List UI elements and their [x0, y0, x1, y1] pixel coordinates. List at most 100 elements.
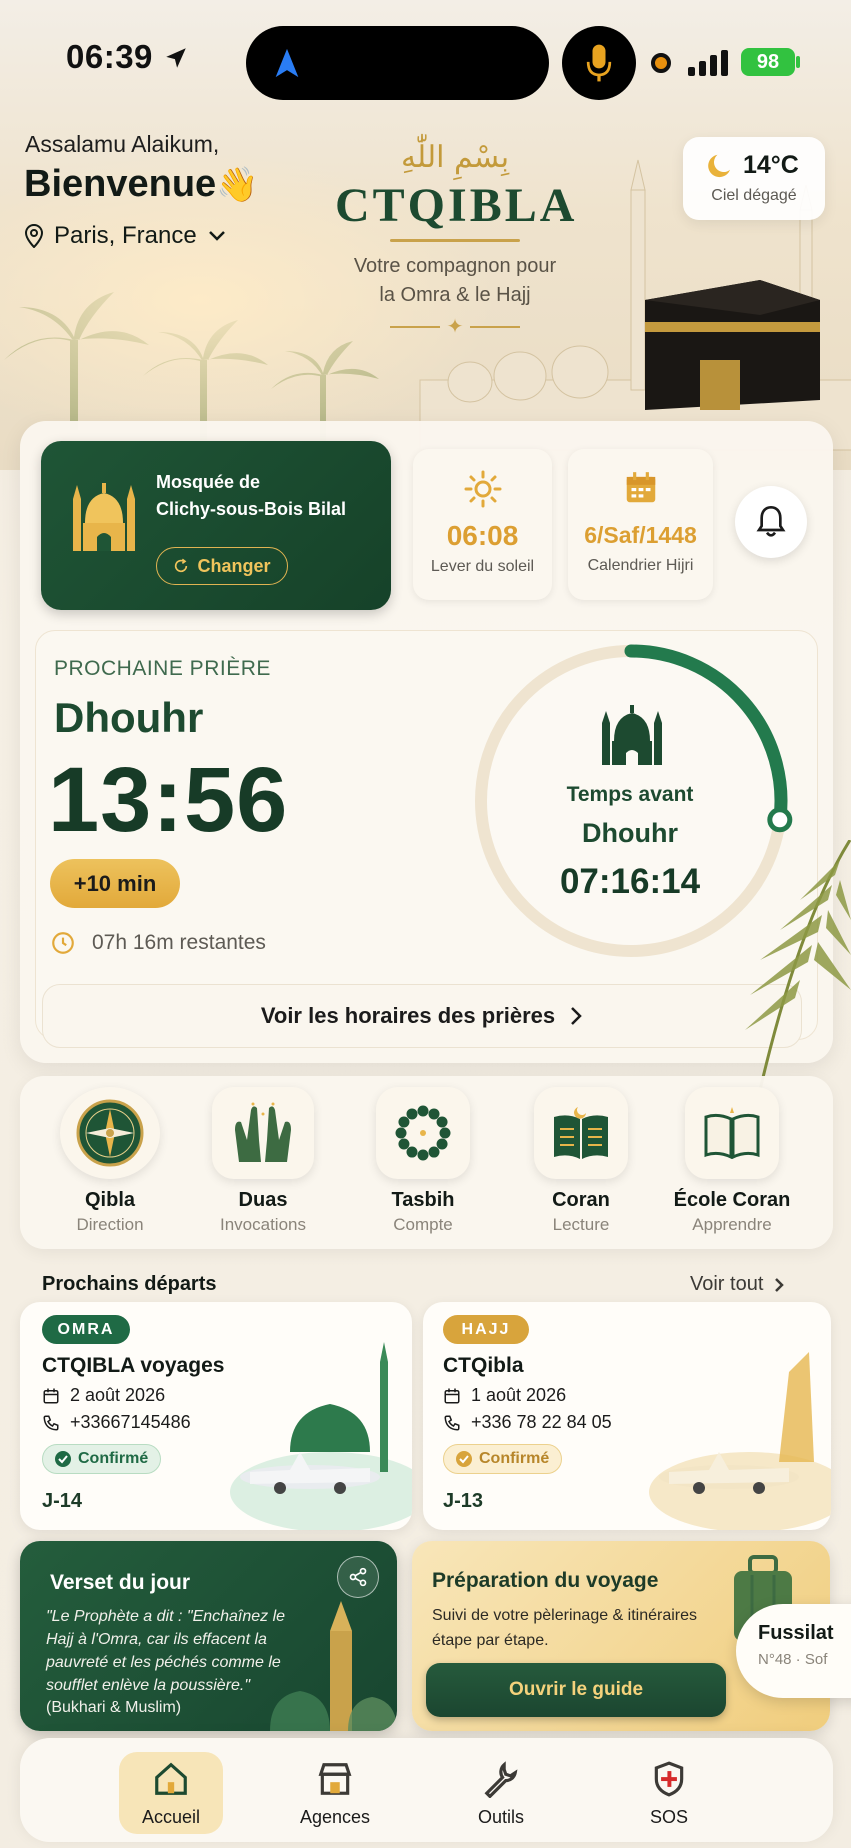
departure-agency: CTQibla: [443, 1354, 524, 1377]
departure-date: 1 août 2026: [443, 1385, 566, 1406]
mosque-name: Mosquée de Clichy-sous-Bois Bilal: [156, 472, 347, 519]
feature-label: École Coran: [673, 1189, 791, 1211]
surah-floating-card[interactable]: Fussilat N°48 · Sof: [736, 1604, 851, 1698]
signal-icon: [688, 50, 728, 76]
praying-hands-icon: [235, 1102, 291, 1162]
compass-icon: [76, 1099, 144, 1167]
tab-agences[interactable]: Agences: [283, 1752, 387, 1834]
departure-date: 2 août 2026: [42, 1385, 165, 1406]
feature-qibla[interactable]: Qibla Direction: [40, 1087, 180, 1235]
chevron-right-icon: [775, 1277, 785, 1292]
feature-label: Qibla: [84, 1189, 135, 1211]
plane-illustration: [649, 1352, 831, 1530]
feature-duas[interactable]: Duas Invocations: [193, 1087, 333, 1235]
quran-icon: [554, 1107, 608, 1159]
weather-card[interactable]: 14°C Ciel dégagé: [683, 137, 825, 220]
sunrise-time: 06:08: [446, 520, 519, 551]
surah-name: Fussilat: [758, 1622, 834, 1644]
check-circle-icon: [55, 1451, 71, 1467]
feature-sublabel: Lecture: [552, 1215, 610, 1234]
store-icon: [318, 1763, 352, 1795]
temperature: 14°C: [743, 151, 799, 179]
tab-outils[interactable]: Outils: [449, 1752, 553, 1834]
departure-countdown: J-13: [443, 1490, 484, 1512]
see-all-departures-link[interactable]: Voir tout: [690, 1273, 785, 1296]
shield-plus-icon: [654, 1761, 684, 1797]
open-guide-button[interactable]: Ouvrir le guide: [426, 1663, 726, 1717]
feature-sublabel: Direction: [76, 1215, 144, 1234]
time-offset-badge[interactable]: +10 min: [50, 859, 180, 908]
battery-indicator: 98: [741, 48, 795, 76]
weather-condition: Ciel dégagé: [711, 187, 797, 204]
verse-title: Verset du jour: [50, 1571, 191, 1594]
countdown-prayer: Dhouhr: [582, 818, 678, 848]
verse-card[interactable]: Verset du jour "Le Prophète a dit : "Enc…: [20, 1541, 397, 1731]
feature-sublabel: Compte: [393, 1215, 453, 1234]
welcome-title: Bienvenue👋: [24, 163, 259, 205]
phone-icon: [444, 1415, 460, 1431]
battery-cap: [796, 56, 800, 68]
recording-dot: [651, 53, 671, 73]
bell-icon: [756, 505, 786, 537]
change-mosque-button[interactable]: Changer: [156, 547, 288, 585]
feature-ecole-coran[interactable]: École Coran Apprendre: [664, 1087, 800, 1235]
moon-icon: [708, 154, 730, 178]
waving-hand-icon: 👋: [216, 166, 259, 204]
clock-icon: [52, 932, 74, 954]
tab-accueil[interactable]: Accueil: [119, 1752, 223, 1834]
greeting-text: Assalamu Alaikum,: [25, 131, 220, 157]
navigation-arrow-icon: [275, 48, 299, 78]
tab-label: Agences: [299, 1807, 371, 1827]
verse-text: "Le Prophète a dit : "Enchaînez le Hajj …: [46, 1608, 286, 1694]
surah-detail: N°48 · Sof: [758, 1651, 828, 1668]
feature-label: Duas: [238, 1189, 288, 1211]
departure-phone[interactable]: +336 78 22 84 05: [443, 1412, 612, 1433]
departure-countdown: J-14: [42, 1490, 83, 1512]
hijri-card[interactable]: 6/Saf/1448 Calendrier Hijri: [568, 449, 713, 600]
feature-tasbih[interactable]: Tasbih Compte: [353, 1087, 493, 1235]
departure-agency: CTQIBLA voyages: [42, 1354, 225, 1377]
phone-icon: [43, 1415, 59, 1431]
mosque-silhouette-icon: [602, 705, 662, 765]
mosque-icon: [73, 483, 135, 551]
location-selector[interactable]: Paris, France: [24, 222, 227, 250]
tab-label: SOS: [649, 1807, 688, 1827]
chevron-right-icon: [571, 1007, 582, 1025]
tab-sos[interactable]: SOS: [617, 1752, 721, 1834]
feature-coran[interactable]: Coran Lecture: [511, 1087, 651, 1235]
prayer-beads-icon: [395, 1105, 451, 1161]
plane-mosque-illustration: [230, 1342, 412, 1530]
hijri-date: 6/Saf/1448: [584, 522, 697, 548]
notifications-button[interactable]: [735, 486, 807, 558]
refresh-icon: [175, 558, 188, 573]
tab-label: Outils: [477, 1807, 524, 1827]
view-prayer-times-button[interactable]: Voir les horaires des prières: [42, 984, 802, 1048]
share-button[interactable]: [337, 1556, 379, 1598]
departure-phone[interactable]: +33667145486: [42, 1412, 191, 1433]
mosque-card[interactable]: Mosquée de Clichy-sous-Bois Bilal Change…: [41, 441, 391, 610]
share-icon: [349, 1567, 367, 1587]
microphone-indicator: [562, 26, 636, 100]
status-badge: Confirmé: [443, 1444, 563, 1474]
preparation-text: Suivi de votre pèlerinage & itinéraires …: [432, 1607, 698, 1649]
sunrise-label: Lever du soleil: [430, 558, 535, 575]
status-time: 06:39: [66, 38, 189, 76]
check-circle-icon: [456, 1451, 472, 1467]
location-arrow-icon: [165, 48, 186, 68]
feature-label: Coran: [552, 1189, 610, 1211]
pin-icon: [24, 224, 44, 248]
tab-label: Accueil: [141, 1807, 201, 1827]
feature-label: Tasbih: [391, 1189, 455, 1211]
countdown-progress-knob: [767, 807, 793, 833]
remaining-time: 07h 16m restantes: [50, 930, 266, 956]
status-badge: Confirmé: [42, 1444, 162, 1474]
microphone-icon: [586, 44, 612, 82]
location-label: Paris, France: [54, 222, 197, 249]
departure-tag: HAJJ: [443, 1315, 529, 1344]
departure-tag: OMRA: [42, 1315, 130, 1344]
bismillah-text: بِسْمِ اللّٰهِ: [400, 140, 510, 175]
sunrise-card: 06:08 Lever du soleil: [413, 449, 552, 600]
calendar-icon: [43, 1388, 59, 1403]
wrench-icon: [484, 1761, 518, 1799]
calendar-icon: [626, 472, 655, 503]
